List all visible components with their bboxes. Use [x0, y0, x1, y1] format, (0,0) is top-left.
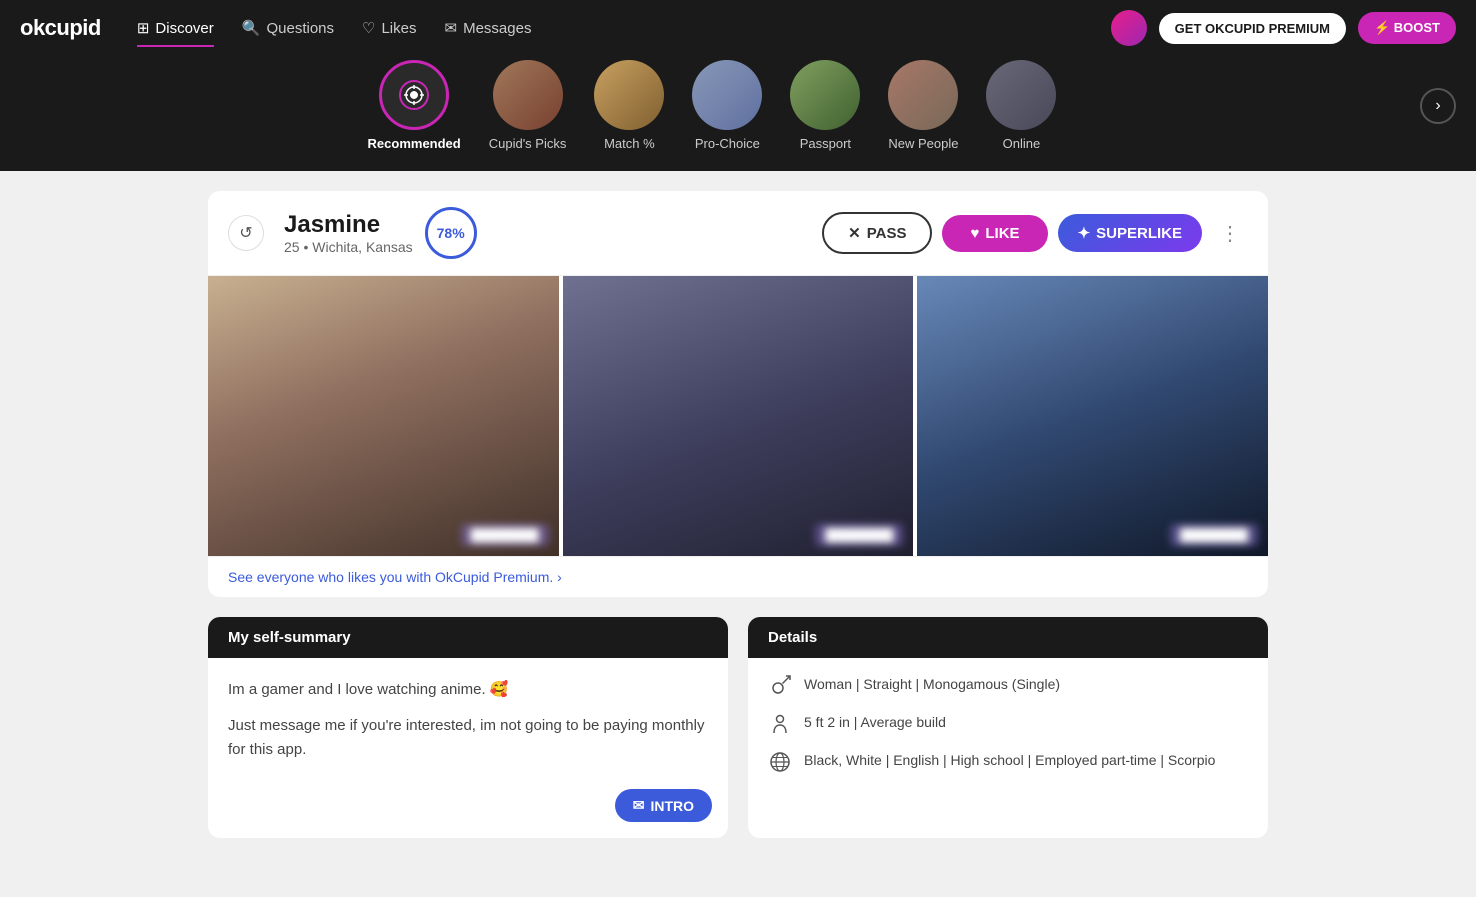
tab-pro-choice[interactable]: Pro-Choice [680, 56, 774, 155]
tab-recommended-label: Recommended [368, 136, 461, 151]
nav-questions[interactable]: 🔍 Questions [230, 11, 346, 45]
detail-background-text: Black, White | English | High school | E… [804, 750, 1215, 771]
message-icon: ✉ [633, 797, 645, 814]
pro-choice-img [692, 60, 762, 130]
pass-button[interactable]: ✕ PASS [822, 212, 932, 254]
tab-passport[interactable]: Passport [778, 56, 872, 155]
profile-card: ↺ Jasmine 25 • Wichita, Kansas 78% ✕ PAS… [208, 191, 1268, 597]
photos-section: ████████ ████████ ████████ [208, 276, 1268, 556]
nav-likes-label: Likes [381, 20, 416, 37]
main-content: ↺ Jasmine 25 • Wichita, Kansas 78% ✕ PAS… [188, 171, 1288, 878]
height-icon [768, 712, 792, 736]
superlike-icon: ✦ [1078, 224, 1091, 242]
user-avatar[interactable] [1111, 10, 1147, 46]
profile-age-location: 25 • Wichita, Kansas [284, 239, 413, 255]
nav-discover-label: Discover [155, 20, 213, 37]
online-img [986, 60, 1056, 130]
like-button[interactable]: ♥ LIKE [942, 215, 1047, 252]
match-percent-badge: 78% [425, 207, 477, 259]
discover-icon: ⊞ [137, 19, 150, 37]
header-right: GET OKCUPID PREMIUM ⚡ BOOST [1111, 10, 1456, 46]
nav-messages-label: Messages [463, 20, 531, 37]
self-summary-header: My self-summary [208, 617, 728, 658]
details-body: Woman | Straight | Monogamous (Single) 5… [748, 658, 1268, 790]
detail-row-height: 5 ft 2 in | Average build [768, 712, 1248, 736]
self-summary-card: My self-summary Im a gamer and I love wa… [208, 617, 728, 838]
next-button[interactable]: › [1420, 88, 1456, 124]
self-summary-body: Im a gamer and I love watching anime. 🥰 … [208, 658, 728, 838]
background-icon [768, 750, 792, 774]
nav-likes[interactable]: ♡ Likes [350, 11, 428, 45]
detail-gender-text: Woman | Straight | Monogamous (Single) [804, 674, 1060, 695]
questions-icon: 🔍 [242, 19, 261, 37]
tab-online-label: Online [1003, 136, 1041, 151]
header: okcupid ⊞ Discover 🔍 Questions ♡ Likes ✉… [0, 0, 1476, 56]
passport-img [790, 60, 860, 130]
photo-2-badge: ████████ [815, 524, 903, 546]
details-card: Details Woman | Straight | Monogamous (S… [748, 617, 1268, 838]
recommended-icon [379, 60, 449, 130]
logo: okcupid [20, 15, 101, 41]
details-header: Details [748, 617, 1268, 658]
profile-info: Jasmine 25 • Wichita, Kansas [284, 211, 413, 255]
tab-new-people-label: New People [888, 136, 958, 151]
tab-online[interactable]: Online [974, 56, 1068, 155]
detail-row-background: Black, White | English | High school | E… [768, 750, 1248, 774]
tab-cupids-picks-label: Cupid's Picks [489, 136, 567, 151]
discover-tabs: Recommended Cupid's Picks Match % Pro-Ch… [20, 56, 1404, 155]
photo-2: ████████ [563, 276, 914, 556]
profile-name: Jasmine [284, 211, 413, 239]
cupids-picks-img [493, 60, 563, 130]
nav-discover[interactable]: ⊞ Discover [125, 11, 226, 45]
new-people-img [888, 60, 958, 130]
undo-button[interactable]: ↺ [228, 215, 264, 251]
detail-height-text: 5 ft 2 in | Average build [804, 712, 946, 733]
tab-cupids-picks[interactable]: Cupid's Picks [477, 56, 579, 155]
tab-recommended[interactable]: Recommended [356, 56, 473, 155]
profile-name-section: Jasmine 25 • Wichita, Kansas 78% [284, 207, 477, 259]
tab-passport-label: Passport [800, 136, 851, 151]
match-img [594, 60, 664, 130]
nav-messages[interactable]: ✉ Messages [433, 11, 544, 45]
self-summary-line1: Im a gamer and I love watching anime. 🥰 [228, 678, 708, 702]
more-options-button[interactable]: ⋮ [1212, 217, 1248, 250]
tab-new-people[interactable]: New People [876, 56, 970, 155]
superlike-button[interactable]: ✦ SUPERLIKE [1058, 214, 1202, 252]
detail-row-gender: Woman | Straight | Monogamous (Single) [768, 674, 1248, 698]
intro-button[interactable]: ✉ INTRO [615, 789, 712, 822]
likes-icon: ♡ [362, 19, 375, 37]
nav-questions-label: Questions [266, 20, 334, 37]
premium-button[interactable]: GET OKCUPID PREMIUM [1159, 13, 1346, 44]
boost-button[interactable]: ⚡ BOOST [1358, 12, 1456, 44]
photo-3-badge: ████████ [1170, 524, 1258, 546]
tab-match-label: Match % [604, 136, 655, 151]
x-icon: ✕ [848, 224, 861, 242]
photo-1: ████████ [208, 276, 559, 556]
tab-match[interactable]: Match % [582, 56, 676, 155]
action-buttons: ✕ PASS ♥ LIKE ✦ SUPERLIKE ⋮ [822, 212, 1248, 254]
photo-3: ████████ [917, 276, 1268, 556]
messages-icon: ✉ [445, 19, 458, 37]
gender-icon [768, 674, 792, 698]
photo-1-badge: ████████ [461, 524, 549, 546]
tab-pro-choice-label: Pro-Choice [695, 136, 760, 151]
bio-grid: My self-summary Im a gamer and I love wa… [208, 617, 1268, 838]
profile-header: ↺ Jasmine 25 • Wichita, Kansas 78% ✕ PAS… [208, 191, 1268, 276]
self-summary-line2: Just message me if you're interested, im… [228, 714, 708, 762]
discover-bar: Recommended Cupid's Picks Match % Pro-Ch… [0, 56, 1476, 171]
premium-likes-link[interactable]: See everyone who likes you with OkCupid … [208, 556, 1268, 597]
heart-icon: ♥ [970, 225, 979, 242]
main-nav: ⊞ Discover 🔍 Questions ♡ Likes ✉ Message… [125, 11, 544, 45]
